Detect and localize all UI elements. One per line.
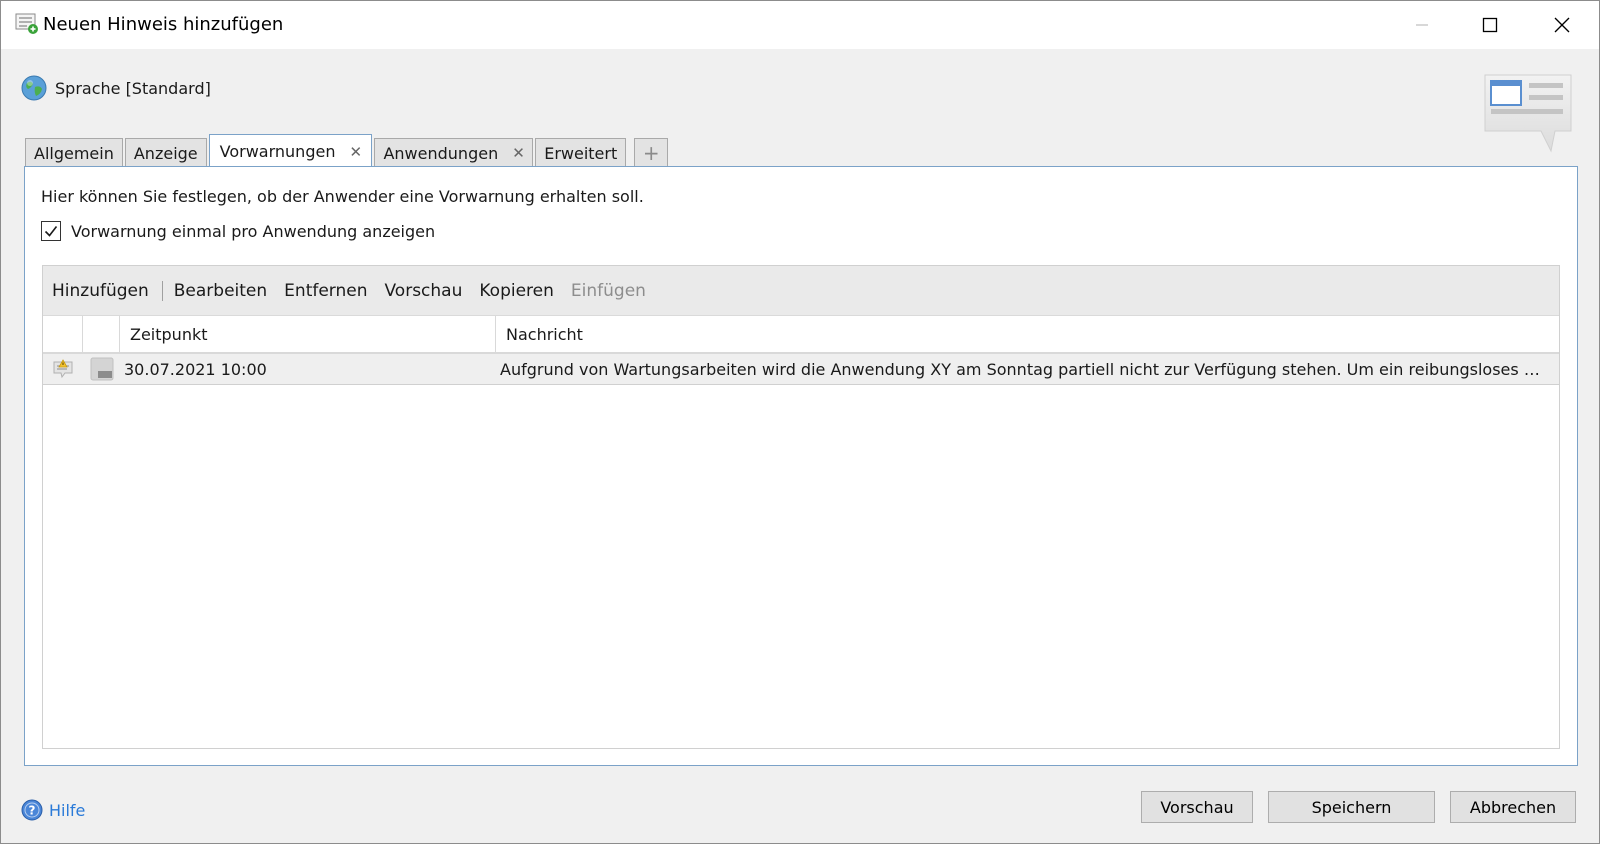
- column-header-icon[interactable]: [43, 316, 83, 352]
- tab-close-icon[interactable]: ✕: [349, 143, 362, 161]
- table-row[interactable]: 30.07.2021 10:00 Aufgrund von Wartungsar…: [43, 354, 1559, 385]
- copy-button[interactable]: Kopieren: [479, 281, 554, 301]
- row-time: 30.07.2021 10:00: [124, 359, 267, 379]
- warning-message-icon: [53, 359, 73, 379]
- warnings-grid: Hinzufügen Bearbeiten Entfernen Vorschau…: [42, 265, 1560, 749]
- preview-toolbar-button[interactable]: Vorschau: [385, 281, 463, 301]
- tab-vorwarnungen[interactable]: Vorwarnungen ✕: [208, 134, 373, 168]
- plus-icon: +: [642, 141, 660, 165]
- tab-bar: Allgemein Anzeige Vorwarnungen ✕ Anwendu…: [25, 134, 670, 168]
- grid-header: Zeitpunkt Nachricht: [43, 316, 1559, 354]
- maximize-icon: [1482, 17, 1498, 33]
- grid-toolbar: Hinzufügen Bearbeiten Entfernen Vorschau…: [43, 266, 1559, 316]
- row-type-cell: [43, 354, 83, 384]
- info-text: Hier können Sie festlegen, ob der Anwend…: [41, 187, 644, 206]
- show-once-checkbox[interactable]: [41, 221, 61, 241]
- dialog-window: Neuen Hinweis hinzufügen Sprache [Standa…: [0, 0, 1600, 844]
- help-link[interactable]: ? Hilfe: [21, 799, 85, 821]
- tab-anzeige[interactable]: Anzeige: [124, 138, 207, 167]
- row-message-cell: Aufgrund von Wartungsarbeiten wird die A…: [496, 354, 1559, 384]
- help-icon: ?: [21, 799, 43, 821]
- tab-close-icon[interactable]: ✕: [512, 144, 525, 162]
- add-tab-button[interactable]: +: [634, 138, 669, 167]
- tab-label: Erweitert: [544, 143, 618, 163]
- minimize-icon: [1416, 24, 1428, 26]
- add-button[interactable]: Hinzufügen: [52, 281, 149, 301]
- globe-icon: [21, 75, 47, 101]
- window-title: Neuen Hinweis hinzufügen: [43, 14, 284, 35]
- close-icon: [1554, 17, 1570, 33]
- tab-erweitert[interactable]: Erweitert: [535, 138, 627, 167]
- remove-button[interactable]: Entfernen: [284, 281, 367, 301]
- title-bar: Neuen Hinweis hinzufügen: [1, 1, 1599, 49]
- preview-button[interactable]: Vorschau: [1141, 791, 1253, 823]
- speech-bubble-icon: [1481, 71, 1577, 157]
- tab-label: Vorwarnungen: [219, 142, 336, 161]
- grey-block-icon: [90, 357, 113, 381]
- tab-label: Anzeige: [133, 143, 198, 163]
- note-add-icon: [15, 13, 39, 35]
- help-label: Hilfe: [49, 800, 86, 820]
- checkbox-label: Vorwarnung einmal pro Anwendung anzeigen: [71, 221, 436, 241]
- minimize-button[interactable]: [1389, 1, 1455, 49]
- checkmark-icon: [44, 226, 58, 237]
- language-selector[interactable]: Sprache [Standard]: [21, 75, 211, 101]
- column-header-state[interactable]: [83, 316, 120, 352]
- tab-allgemein[interactable]: Allgemein: [25, 138, 123, 167]
- row-message: Aufgrund von Wartungsarbeiten wird die A…: [500, 359, 1549, 379]
- svg-text:?: ?: [29, 804, 36, 818]
- toolbar-separator: [161, 280, 163, 301]
- language-label: Sprache [Standard]: [55, 78, 211, 98]
- column-header-zeitpunkt[interactable]: Zeitpunkt: [120, 316, 496, 352]
- close-window-button[interactable]: [1529, 1, 1595, 49]
- show-once-checkbox-row[interactable]: Vorwarnung einmal pro Anwendung anzeigen: [41, 221, 435, 241]
- tab-label: Anwendungen: [383, 143, 499, 163]
- tab-label: Allgemein: [34, 143, 114, 163]
- edit-button[interactable]: Bearbeiten: [174, 281, 267, 301]
- cancel-button[interactable]: Abbrechen: [1450, 791, 1576, 823]
- row-state-cell: [83, 354, 120, 384]
- tab-panel-vorwarnungen: Hier können Sie festlegen, ob der Anwend…: [24, 166, 1578, 766]
- tab-anwendungen[interactable]: Anwendungen ✕: [374, 138, 534, 167]
- column-header-nachricht[interactable]: Nachricht: [496, 316, 1559, 352]
- save-button[interactable]: Speichern: [1268, 791, 1435, 823]
- paste-button[interactable]: Einfügen: [571, 281, 646, 301]
- maximize-button[interactable]: [1457, 1, 1523, 49]
